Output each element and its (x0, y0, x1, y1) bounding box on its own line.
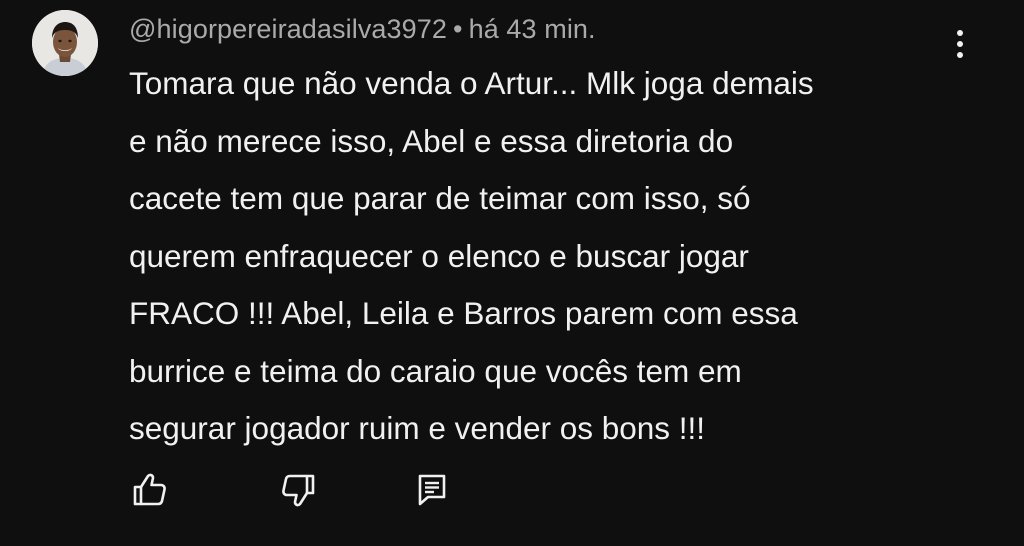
like-button[interactable] (128, 468, 172, 512)
comment-text-line: e não merece isso, Abel e essa diretoria… (129, 122, 734, 159)
comment-timestamp[interactable]: há 43 min. (469, 14, 596, 44)
comment-text-line: Tomara que não venda o Artur... Mlk joga… (129, 65, 814, 101)
comment-text-line: segurar jogador ruim e vender os bons !!… (129, 410, 706, 446)
comment-card: @higorpereiradasilva3972 • há 43 min. Toma… (0, 0, 1024, 546)
comment-header: @higorpereiradasilva3972 • há 43 min. (129, 14, 596, 45)
thumbs-down-icon (282, 474, 315, 507)
header-separator: • (453, 14, 463, 44)
comment-text-line: cacete tem que parar de teimar com isso,… (129, 180, 751, 216)
user-avatar-icon (32, 10, 98, 76)
reply-comment-icon (418, 474, 446, 506)
menu-dot (957, 30, 963, 36)
avatar[interactable] (32, 10, 98, 76)
comment-text-line: burrice e teima do caraio que vocês tem … (129, 352, 742, 389)
author-name[interactable]: @higorpereiradasilva3972 (129, 14, 447, 44)
comment-text: Tomara que não venda o Artur... Mlk joga… (129, 55, 969, 458)
menu-dot (957, 41, 963, 47)
thumbs-up-icon (133, 473, 166, 506)
dislike-button[interactable] (276, 468, 320, 512)
comment-text-line: querem enfraquecer o elenco e buscar jog… (129, 237, 749, 274)
reply-button[interactable] (410, 468, 454, 512)
comment-text-line: FRACO !!! Abel, Leila e Barros parem com… (129, 295, 798, 331)
